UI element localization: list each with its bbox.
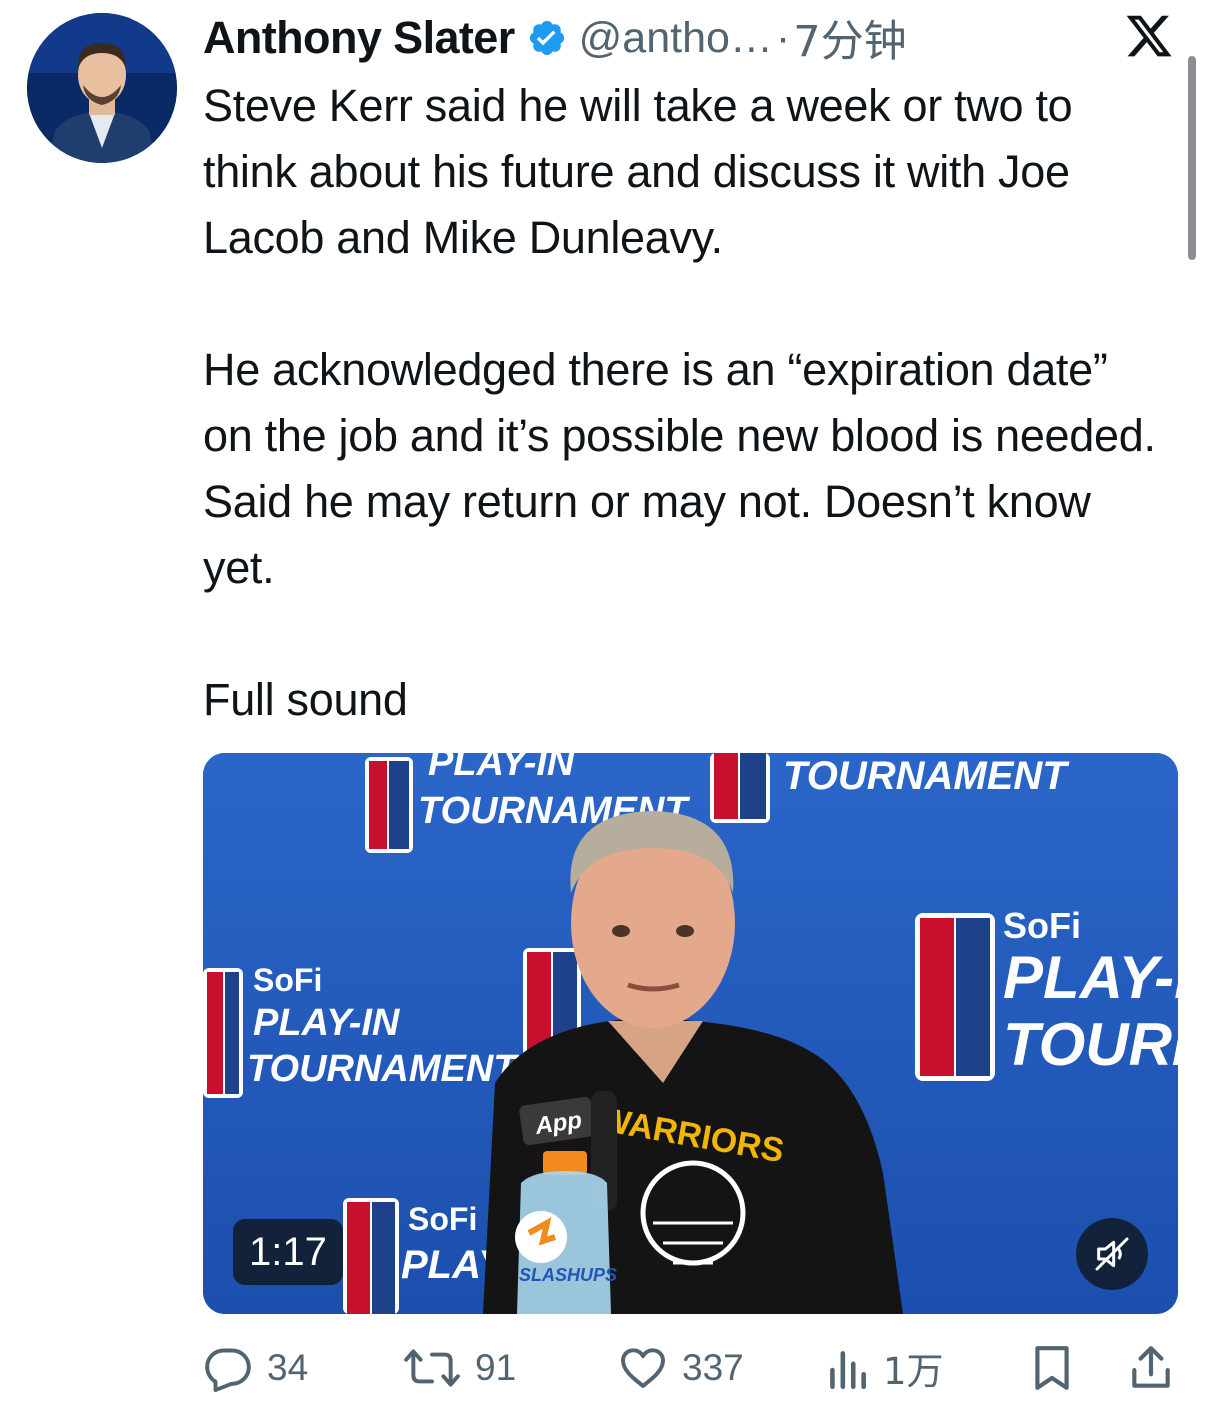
scrollbar-thumb[interactable] [1188,56,1196,260]
video-duration: 1:17 [233,1219,343,1285]
tweet-page: Anthony Slater @antho… · 7分钟 Steve Kerr … [0,0,1206,1413]
time-separator: · [775,13,791,62]
tweet-header: Anthony Slater @antho… · 7分钟 [203,8,907,68]
repost-count: 91 [475,1347,517,1388]
like-count: 337 [682,1347,744,1388]
tweet-time[interactable]: 7分钟 [793,7,906,69]
tweet-paragraph-1: Steve Kerr said he will take a week or t… [203,80,1073,263]
profile-photo-icon [27,13,177,163]
mute-button[interactable] [1076,1218,1148,1290]
mute-icon [1095,1237,1129,1271]
like-button[interactable]: 337 [618,1338,744,1398]
backdrop-text-9: TOURNAMENT [1003,1011,1178,1078]
views-icon [830,1351,866,1390]
bookmark-button[interactable] [1029,1338,1075,1398]
tweet-paragraph-3: Full sound [203,674,408,725]
repost-button[interactable]: 91 [403,1338,516,1398]
bookmark-icon [1035,1346,1069,1390]
backdrop-text-7: SoFi [1003,905,1081,946]
backdrop-text-1: PLAY-IN [428,753,576,784]
x-logo-icon[interactable] [1123,11,1175,61]
backdrop-text-5: PLAY-IN [253,1002,401,1044]
bottle-text: SLASHUPS [519,1265,617,1285]
reply-icon [205,1348,251,1393]
share-button[interactable] [1128,1338,1174,1398]
repost-icon [404,1349,460,1387]
tweet-paragraph-2: He acknowledged there is an “expiration … [203,344,1156,593]
backdrop-text-3: TOURNAMENT [783,754,1070,798]
tweet-text: Steve Kerr said he will take a week or t… [203,73,1163,733]
backdrop-text-8: PLAY-IN [1003,944,1178,1011]
author-avatar[interactable] [27,13,177,163]
reply-count: 34 [267,1347,309,1388]
video-player[interactable]: PLAY-IN TOURNAMENT TOURNAMENT SoFi PLAY-… [203,753,1178,1314]
author-handle[interactable]: @antho… [579,14,773,63]
action-bar: 34 91 337 1万 [203,1338,1178,1398]
verified-badge-icon [527,18,567,58]
video-thumbnail: PLAY-IN TOURNAMENT TOURNAMENT SoFi PLAY-… [203,753,1178,1314]
backdrop-text-10: SoFi [408,1201,477,1237]
reply-button[interactable]: 34 [203,1338,308,1398]
like-icon [621,1348,665,1388]
share-icon [1132,1346,1170,1388]
backdrop-text-4: SoFi [253,962,322,998]
author-display-name[interactable]: Anthony Slater [203,12,515,64]
views-count: 1万 [883,1350,944,1393]
backdrop-text-6: TOURNAMENT [247,1048,519,1090]
views-button[interactable]: 1万 [825,1338,944,1398]
